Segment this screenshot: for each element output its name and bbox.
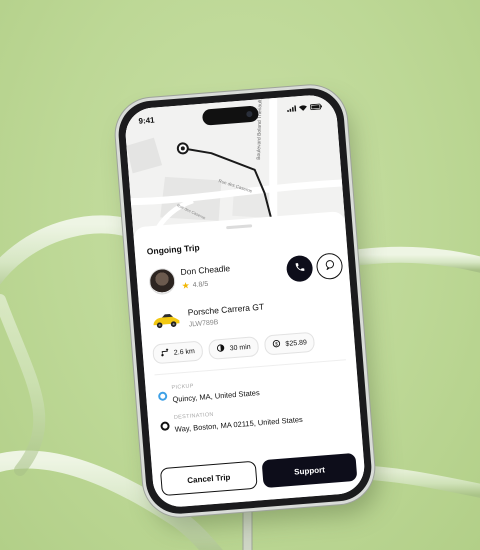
driver-rating: ★ 4.8/5 [181, 279, 208, 292]
app-screen: Boulevard Boland Theriault Rue des Caser… [123, 93, 367, 509]
distance-value: 2.6 km [173, 347, 196, 357]
chat-button[interactable] [315, 252, 344, 281]
status-time: 9:41 [138, 115, 155, 126]
price-chip: $ $25.89 [263, 331, 316, 356]
driver-avatar [148, 267, 177, 296]
wifi-icon [298, 103, 308, 113]
car-image [152, 310, 181, 330]
trip-title: Ongoing Trip [146, 242, 200, 257]
action-buttons: Cancel Trip Support [159, 452, 358, 497]
duration-value: 30 min [229, 343, 251, 352]
car-info: Porsche Carrera GT JLW789B [151, 294, 341, 337]
distance-chip: 2.6 km [152, 340, 204, 365]
duration-chip: 30 min [207, 336, 260, 360]
phone-icon [293, 259, 305, 278]
driver-info: Don Cheadle ★ 4.8/5 [148, 252, 344, 299]
chat-icon [323, 257, 335, 276]
cancel-trip-button[interactable]: Cancel Trip [159, 460, 258, 497]
support-button[interactable]: Support [261, 452, 358, 489]
destination-label: DESTINATION [173, 411, 214, 421]
trip-sheet: Ongoing Trip Don Cheadle ★ 4.8/5 Porsche… [132, 210, 367, 509]
price-value: $25.89 [285, 338, 308, 348]
car-plate: JLW789B [188, 319, 219, 329]
phone-device: Boulevard Boland Theriault Rue des Caser… [116, 85, 374, 517]
pickup-label: PICKUP [171, 383, 195, 392]
car-name: Porsche Carrera GT [187, 301, 265, 318]
battery-icon [309, 102, 323, 112]
pickup-marker-icon [157, 391, 168, 402]
call-button[interactable] [285, 254, 314, 283]
signal-icon [287, 104, 297, 114]
route-icon [160, 348, 169, 359]
destination-marker-icon [160, 421, 170, 431]
svg-text:$: $ [275, 341, 278, 347]
rating-value: 4.8/5 [192, 280, 209, 290]
star-icon: ★ [181, 280, 191, 291]
pickup-value: Quincy, MA, United States [172, 388, 260, 404]
clock-icon [216, 344, 225, 355]
sheet-grabber[interactable] [226, 224, 253, 230]
dollar-icon: $ [272, 339, 281, 350]
trip-stats: 2.6 km 30 min $ $25.89 [152, 331, 316, 365]
driver-name: Don Cheadle [180, 263, 231, 277]
